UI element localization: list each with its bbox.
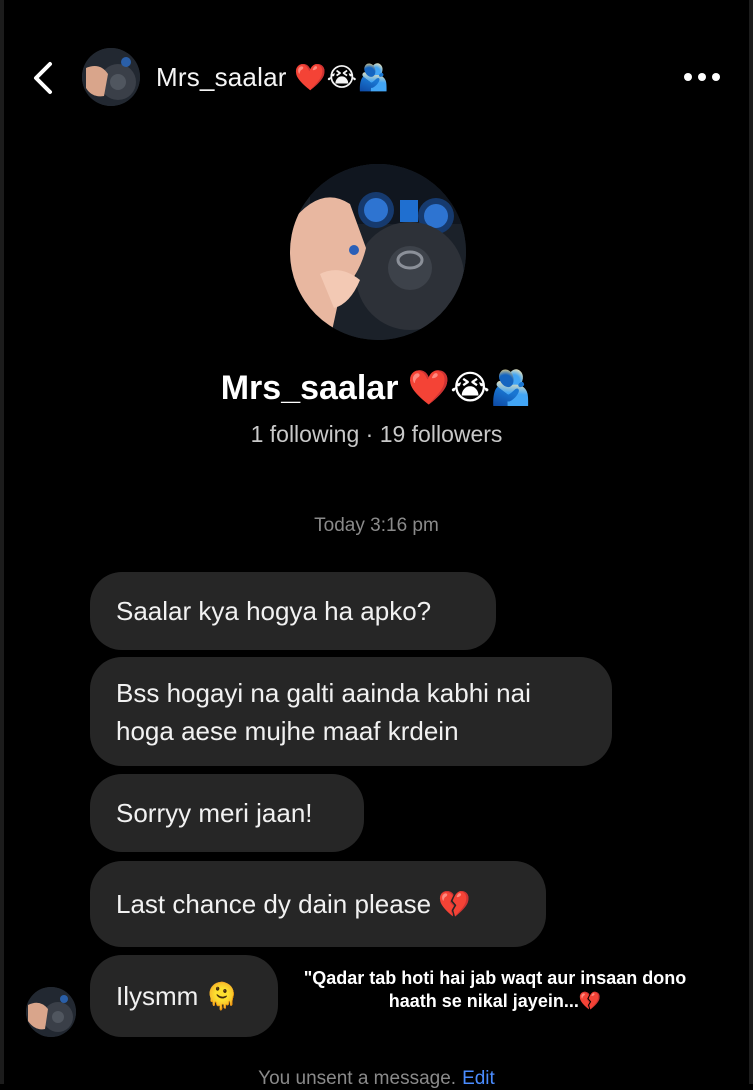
message-text: Last chance dy dain please 💔: [116, 889, 471, 919]
message-bubble[interactable]: Ilysmm 🫠: [90, 955, 278, 1037]
message-bubble[interactable]: Sorryy meri jaan!: [90, 774, 364, 852]
message-bubble[interactable]: Saalar kya hogya ha apko?: [90, 572, 496, 650]
message-text: Bss hogayi na galti aainda kabhi nai hog…: [116, 677, 531, 746]
overlay-quote: "Qadar tab hoti hai jab waqt aur insaan …: [303, 968, 687, 1011]
message-bubble[interactable]: Bss hogayi na galti aainda kabhi nai hog…: [90, 657, 612, 766]
profile-stats[interactable]: 1 following · 19 followers: [0, 421, 753, 448]
sender-avatar[interactable]: [26, 987, 76, 1037]
profile-name: Mrs_saalar ❤️😭🫂: [220, 369, 533, 407]
message-text: Ilysmm 🫠: [116, 981, 238, 1011]
edit-link[interactable]: Edit: [462, 1068, 495, 1089]
header-avatar[interactable]: [82, 48, 140, 106]
frame-edge-left: [0, 0, 4, 1084]
message-text: Saalar kya hogya ha apko?: [116, 596, 432, 626]
unsent-notice: You unsent a message. Edit: [0, 1068, 753, 1090]
message-bubble[interactable]: Last chance dy dain please 💔: [90, 861, 546, 947]
message-text: Sorryy meri jaan!: [116, 798, 313, 828]
frame-edge-right: [749, 0, 753, 1084]
header-display-name[interactable]: Mrs_saalar ❤️😭🫂: [156, 62, 390, 93]
more-horizontal-icon[interactable]: [682, 73, 722, 85]
unsent-text: You unsent a message.: [258, 1068, 457, 1089]
chevron-left-icon[interactable]: [28, 58, 62, 98]
chat-header: Mrs_saalar ❤️😭🫂: [0, 40, 753, 116]
thread-timestamp: Today 3:16 pm: [314, 515, 439, 536]
profile-avatar[interactable]: [290, 164, 466, 340]
